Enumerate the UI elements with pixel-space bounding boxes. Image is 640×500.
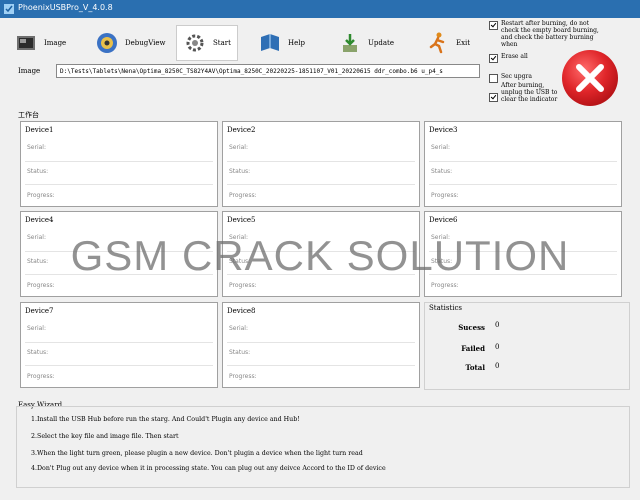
divider <box>429 184 617 185</box>
device-status: Status: <box>27 349 49 356</box>
success-label: Sucess <box>458 323 485 332</box>
device-panel-8: Device8 Serial: Status: Progress: <box>222 302 420 388</box>
option-restart-text: Restart after burning, do not check the … <box>501 20 599 48</box>
device-serial: Serial: <box>27 144 46 151</box>
device-status: Status: <box>229 168 251 175</box>
unplug-text: After burning, unplug the USB to clear t… <box>501 82 558 103</box>
device-name: Device8 <box>227 307 256 315</box>
wizard-step-2: 2.Select the key file and image file. Th… <box>31 433 179 440</box>
device-progress: Progress: <box>229 192 257 199</box>
exit-button[interactable]: Exit <box>426 26 470 60</box>
divider <box>227 184 415 185</box>
device-progress: Progress: <box>27 373 55 380</box>
success-value: 0 <box>495 321 500 329</box>
help-button-label: Help <box>288 39 305 47</box>
toolbar: Image DebugView Start Help Update Exit <box>0 20 488 66</box>
wizard-step-4: 4.Don't Plug out any device when it in p… <box>31 465 386 472</box>
window-title: PhoenixUSBPro_V_4.0.8 <box>18 3 113 12</box>
image-path-label: Image <box>18 67 41 75</box>
device-serial: Serial: <box>27 325 46 332</box>
unplug-checkbox[interactable] <box>489 93 498 102</box>
app-icon <box>4 4 14 14</box>
device-status: Status: <box>431 168 453 175</box>
total-label: Total <box>465 363 485 372</box>
divider <box>25 161 213 162</box>
device-name: Device4 <box>25 216 54 224</box>
device-serial: Serial: <box>229 325 248 332</box>
divider <box>227 365 415 366</box>
title-bar: PhoenixUSBPro_V_4.0.8 <box>0 0 640 18</box>
erase-all-text: Erase all <box>501 53 528 60</box>
debugview-button[interactable]: DebugView <box>95 26 166 60</box>
device-progress: Progress: <box>229 373 257 380</box>
device-name: Device3 <box>429 126 458 134</box>
divider <box>25 342 213 343</box>
update-download-icon <box>343 34 357 52</box>
image-path-field[interactable]: D:\Tests\Tablets\Nena\Optima_8250C_TS82Y… <box>56 64 480 78</box>
stop-close-icon[interactable] <box>560 48 620 108</box>
device-progress: Progress: <box>431 192 459 199</box>
wizard-step-1: 1.Install the USB Hub before run the sta… <box>31 416 300 423</box>
option-erase-all[interactable]: Erase all <box>489 53 528 63</box>
watermark-text: GSM CRACK SOLUTION <box>70 232 570 279</box>
image-button[interactable]: Image <box>14 26 66 60</box>
device-name: Device1 <box>25 126 54 134</box>
option-unplug[interactable]: After burning, unplug the USB to clear t… <box>489 82 561 110</box>
image-button-label: Image <box>44 39 67 47</box>
device-progress: Progress: <box>431 282 459 289</box>
option-restart-check[interactable]: Restart after burning, do not check the … <box>489 20 605 48</box>
device-panel-2: Device2 Serial: Status: Progress: <box>222 121 420 207</box>
divider <box>227 342 415 343</box>
divider <box>227 161 415 162</box>
total-value: 0 <box>495 362 500 370</box>
exit-button-label: Exit <box>456 39 471 47</box>
divider <box>25 184 213 185</box>
device-name: Device7 <box>25 307 54 315</box>
gear-icon <box>186 34 204 52</box>
device-panel-7: Device7 Serial: Status: Progress: <box>20 302 218 388</box>
statistics-title: Statistics <box>429 304 462 312</box>
work-group-label: 工作台 <box>18 111 39 119</box>
device-status: Status: <box>27 168 49 175</box>
sec-upgrade-text: Sec upgra <box>501 73 532 80</box>
statistics-group: Statistics Sucess 0 Failed 0 Total 0 <box>424 302 630 390</box>
debug-view-icon <box>97 33 117 53</box>
option-restart-checkbox[interactable] <box>489 21 498 30</box>
start-button-label: Start <box>213 39 231 47</box>
divider <box>25 365 213 366</box>
device-serial: Serial: <box>431 144 450 151</box>
device-progress: Progress: <box>229 282 257 289</box>
device-serial: Serial: <box>229 144 248 151</box>
device-panel-1: Device1 Serial: Status: Progress: <box>20 121 218 207</box>
device-progress: Progress: <box>27 192 55 199</box>
help-button[interactable]: Help <box>258 26 305 60</box>
device-name: Device5 <box>227 216 256 224</box>
easy-wizard-group: 1.Install the USB Hub before run the sta… <box>16 406 630 488</box>
debugview-button-label: DebugView <box>125 39 166 47</box>
start-button[interactable]: Start <box>176 25 238 61</box>
exit-running-man-icon <box>429 32 445 54</box>
failed-label: Failed <box>461 344 485 353</box>
help-book-icon <box>261 34 279 51</box>
device-panel-3: Device3 Serial: Status: Progress: <box>424 121 622 207</box>
device-name: Device6 <box>429 216 458 224</box>
wizard-step-3: 3.When the light turn green, please plug… <box>31 450 363 457</box>
update-button[interactable]: Update <box>338 26 394 60</box>
divider <box>429 161 617 162</box>
failed-value: 0 <box>495 343 500 351</box>
image-icon <box>17 36 35 50</box>
device-name: Device2 <box>227 126 256 134</box>
erase-all-checkbox[interactable] <box>489 54 498 63</box>
update-button-label: Update <box>368 39 394 47</box>
device-progress: Progress: <box>27 282 55 289</box>
device-status: Status: <box>229 349 251 356</box>
